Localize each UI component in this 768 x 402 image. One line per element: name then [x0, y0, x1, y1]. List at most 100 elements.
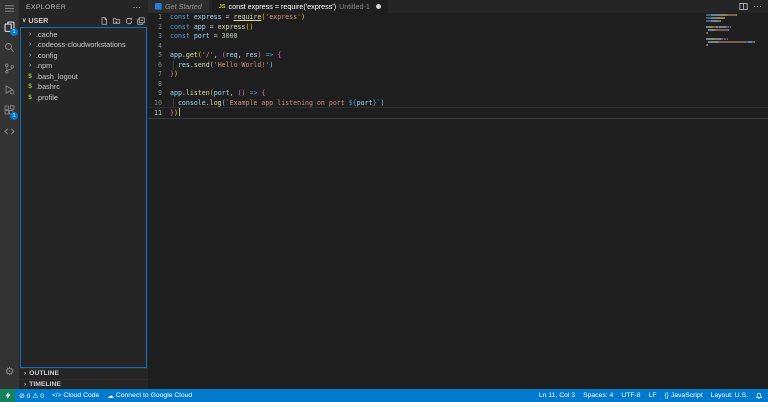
indentation[interactable]: Spaces: 4 [579, 389, 617, 402]
tree-item[interactable]: › .codeoss-cloudworkstations [21, 40, 146, 51]
line-number[interactable]: 9 [148, 89, 162, 99]
connect-google-cloud[interactable]: ☁ Connect to Google Cloud [103, 389, 196, 402]
line-number[interactable]: 10 [148, 99, 162, 109]
run-debug-icon [5, 84, 15, 95]
tree-item[interactable]: $ .bash_logout [21, 71, 146, 82]
language-mode[interactable]: {} JavaScript [661, 389, 707, 402]
section-header-user[interactable]: ∨ USER [19, 14, 148, 27]
line-number[interactable]: 1 [148, 13, 162, 23]
minimap-line [706, 35, 762, 37]
run-debug-button[interactable] [0, 79, 19, 100]
indent-guide [173, 60, 174, 70]
minimap-line [706, 32, 762, 34]
line-number[interactable]: 11 [148, 109, 162, 119]
line-number[interactable]: 7 [148, 70, 162, 80]
shell-file-icon: $ [28, 93, 32, 101]
tree-item[interactable]: $ .profile [21, 92, 146, 103]
tab-label: Get Started [165, 2, 202, 11]
code-text: res.send('Hello World!') [177, 60, 274, 69]
tab-detail: Untitled-1 [339, 2, 370, 11]
split-editor-icon[interactable] [739, 2, 748, 11]
language-mode-icon: {} [664, 392, 669, 399]
problems-indicator[interactable]: ⊘ 0 ⚠ 0 [15, 389, 48, 402]
tab-label: const express = require('express') [228, 2, 337, 11]
explorer-view-button[interactable]: 1 [0, 16, 19, 37]
source-control-button[interactable] [0, 58, 19, 79]
search-view-button[interactable] [0, 37, 19, 58]
line-number[interactable]: 5 [148, 51, 162, 61]
tab-bar: Get Started JS const express = require('… [148, 0, 768, 13]
line-number[interactable]: 8 [148, 80, 162, 90]
keyboard-layout[interactable]: Layout: U.S. [707, 389, 752, 402]
hamburger-icon [5, 4, 14, 12]
tree-item-label: .npm [36, 61, 53, 71]
search-icon [5, 43, 15, 53]
code-line: 4 [148, 42, 768, 52]
line-number[interactable]: 3 [148, 32, 162, 42]
connect-google-cloud-label: Connect to Google Cloud [115, 392, 193, 399]
file-tree: › .cache › .codeoss-cloudworkstations › .conf… [20, 27, 147, 368]
tree-item[interactable]: › .config [21, 50, 146, 61]
code-text: app.listen(port, () => { [170, 89, 266, 97]
line-number[interactable]: 2 [148, 23, 162, 33]
git-branch-icon [5, 63, 14, 74]
views-more-actions-button[interactable]: ⋯ [133, 3, 141, 12]
activity-bar: 1 1 ⚙ [0, 0, 19, 389]
minimap-line [706, 26, 762, 28]
cloud-code-icon [4, 128, 15, 135]
remote-indicator[interactable] [0, 389, 15, 402]
section-chevron-icon: ∨ [22, 18, 27, 24]
code-text: console.log(`Example app listening on po… [177, 98, 385, 107]
new-file-icon[interactable] [100, 16, 108, 25]
tree-item[interactable]: $ .bashrc [21, 82, 146, 93]
code-editor[interactable]: 1 const express = require('express') 2 cons… [148, 13, 768, 389]
manage-button[interactable]: ⚙ [0, 362, 19, 383]
tree-item[interactable]: › .npm [21, 61, 146, 72]
extensions-badge: 1 [10, 112, 18, 120]
tab-untitled-1[interactable]: JS const express = require('express') Un… [211, 0, 388, 13]
notifications-button[interactable] [752, 391, 768, 400]
code-text: }) [170, 70, 178, 78]
more-actions-button[interactable]: ⋯ [753, 2, 762, 11]
chevron-right-icon: › [24, 380, 27, 388]
minimap-line [706, 23, 762, 25]
minimap-line [706, 41, 762, 43]
cursor-position-label: Ln 11, Col 3 [538, 392, 576, 399]
cloud-code-status[interactable]: </> Cloud Code [48, 389, 103, 402]
lightning-icon [5, 392, 10, 399]
cursor-position[interactable]: Ln 11, Col 3 [535, 389, 579, 402]
outline-panel-header[interactable]: › OUTLINE [19, 368, 148, 379]
code-line: 10 console.log(`Example app listening on… [148, 98, 768, 109]
line-number[interactable]: 4 [148, 42, 162, 52]
cloud-code-status-label: Cloud Code [63, 392, 100, 399]
new-folder-icon[interactable] [112, 17, 121, 25]
timeline-panel-header[interactable]: › TIMELINE [19, 378, 148, 390]
extensions-view-button[interactable]: 1 [0, 100, 19, 121]
minimap-line [706, 44, 762, 46]
section-label: USER [28, 16, 49, 25]
tree-item-label: .codeoss-cloudworkstations [36, 40, 126, 50]
problems-indicator-label: ⊘ 0 ⚠ 0 [19, 392, 45, 400]
code-lines: 1 const express = require('express') 2 cons… [148, 13, 768, 118]
refresh-icon[interactable] [125, 17, 133, 25]
panel-label: OUTLINE [29, 370, 60, 378]
encoding[interactable]: UTF-8 [617, 389, 644, 402]
tab-get-started[interactable]: Get Started [148, 0, 209, 13]
indent-guide [173, 98, 174, 108]
unsaved-changes-icon[interactable] [375, 4, 381, 9]
connect-google-cloud-icon: ☁ [107, 392, 114, 400]
cloud-code-view-button[interactable] [0, 121, 19, 142]
explorer-badge: 1 [10, 28, 18, 36]
explorer-sidebar: EXPLORER ⋯ ∨ USER › .cache › .codeoss-cloud… [19, 0, 148, 389]
chevron-right-icon: › [28, 30, 32, 38]
collapse-all-icon[interactable] [137, 16, 145, 25]
tree-item[interactable]: › .cache [21, 29, 146, 40]
code-text: const express = require('express') [170, 13, 306, 21]
minimap-line [706, 14, 762, 16]
line-number[interactable]: 6 [148, 61, 162, 71]
minimap[interactable] [706, 13, 762, 47]
menu-button[interactable] [0, 0, 19, 16]
code-line: 11}) [148, 108, 768, 118]
eol-sequence-label: LF [648, 392, 657, 399]
eol-sequence[interactable]: LF [645, 389, 661, 402]
